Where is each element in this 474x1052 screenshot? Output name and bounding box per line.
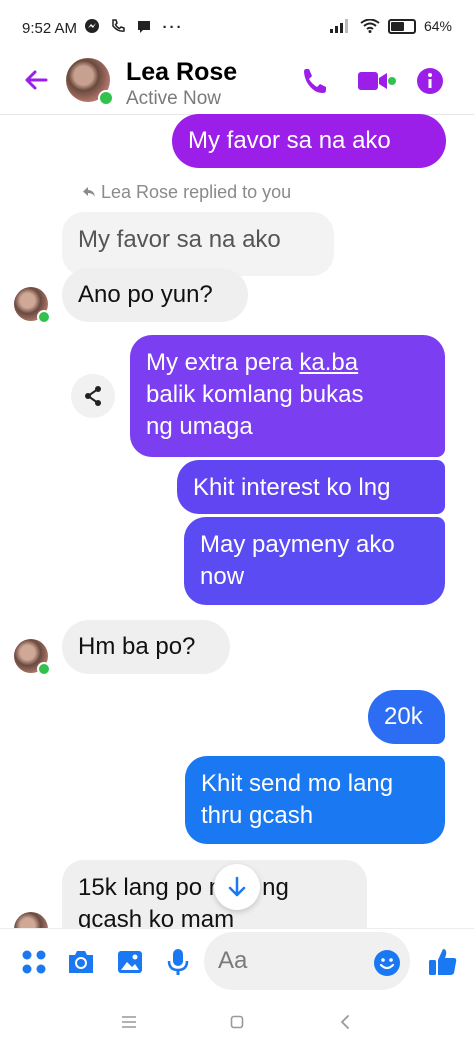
incoming-message[interactable]: Hm ba po? [62, 620, 230, 674]
contact-status: Active Now [126, 88, 222, 109]
more-notif-icon: ··· [162, 19, 184, 36]
outgoing-message[interactable]: My favor sa na ako [172, 114, 446, 168]
like-icon[interactable] [427, 946, 459, 978]
phone-icon[interactable] [300, 66, 330, 96]
message-input-placeholder: Aa [218, 947, 248, 974]
message-line: ng umaga [146, 413, 253, 440]
quoted-message[interactable]: My favor sa na ako [62, 212, 334, 276]
status-right: 64% [329, 18, 452, 34]
reply-note-text: Lea Rose replied to you [101, 182, 292, 202]
notification-icons: ··· [84, 18, 184, 36]
battery-icon [387, 18, 416, 34]
camera-icon[interactable] [66, 948, 96, 976]
message-line: May paymeny ako [200, 531, 395, 558]
message-line: Khit send mo lang [201, 770, 394, 797]
menu-nav-icon[interactable] [121, 1015, 137, 1029]
home-nav-icon[interactable] [230, 1015, 244, 1029]
share-icon [85, 386, 101, 406]
scroll-to-bottom-button[interactable] [214, 864, 260, 910]
contact-name[interactable]: Lea Rose [126, 58, 237, 87]
outgoing-message[interactable]: 20k [368, 690, 445, 744]
status-bar: 9:52 AM ··· 64% [0, 0, 474, 56]
message-text: My extra pera [146, 349, 300, 376]
outgoing-message[interactable]: Khit interest ko lng [177, 460, 445, 514]
reply-arrow-icon [83, 187, 95, 197]
sender-online-indicator [37, 662, 51, 676]
message-line: thru gcash [201, 802, 314, 829]
signal-icon [329, 19, 348, 33]
video-call-icon[interactable] [356, 66, 396, 96]
chat-header: Lea Rose Active Now [0, 56, 474, 115]
status-time: 9:52 AM [22, 20, 78, 37]
sender-online-indicator [37, 310, 51, 324]
message-link[interactable]: ka.ba [299, 349, 358, 376]
call-notif-icon [112, 19, 125, 32]
gallery-icon[interactable] [116, 948, 144, 976]
microphone-icon[interactable] [166, 947, 190, 977]
outgoing-message[interactable]: May paymeny ako now [184, 517, 445, 605]
message-line: balik komlang bukas [146, 381, 364, 408]
message-line: now [200, 563, 245, 590]
battery-fill [390, 21, 404, 31]
battery-percent: 64% [423, 18, 452, 34]
apps-icon[interactable] [20, 948, 48, 976]
emoji-icon[interactable] [373, 949, 401, 977]
outgoing-message[interactable]: Khit send mo lang thru gcash [185, 756, 445, 844]
online-indicator [98, 90, 114, 106]
incoming-message[interactable]: Ano po yun? [62, 268, 248, 322]
share-button[interactable] [71, 374, 115, 418]
reply-note: Lea Rose replied to you [82, 182, 291, 203]
back-nav-icon[interactable] [339, 1014, 351, 1030]
info-icon[interactable] [416, 67, 444, 95]
message-line: My extra pera ka.ba [146, 347, 429, 379]
outgoing-message[interactable]: My extra pera ka.ba balik komlang bukas … [130, 335, 445, 457]
message-notif-icon [138, 21, 151, 33]
back-arrow-icon[interactable] [20, 64, 52, 96]
arrow-down-icon [228, 876, 246, 897]
messenger-notif-icon [85, 19, 99, 33]
wifi-icon [360, 19, 380, 33]
